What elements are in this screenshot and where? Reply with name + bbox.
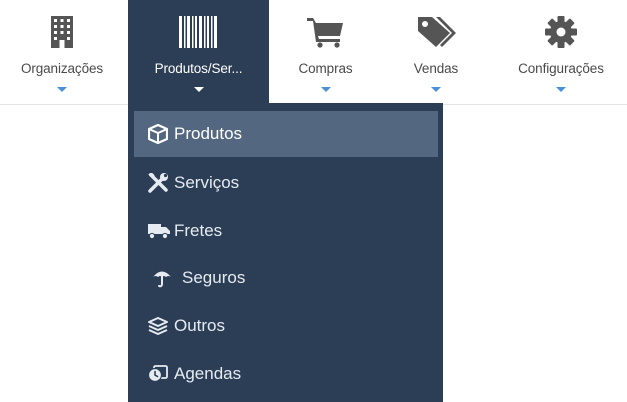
nav-label-organizacoes: Organizações	[20, 61, 104, 76]
nav-label-produtos-servicos: Produtos/Ser...	[154, 61, 243, 76]
menu-item-fretes[interactable]: Fretes	[134, 208, 438, 254]
top-navigation-bar: Organizações Produtos/Ser... Compras Ven…	[0, 0, 627, 105]
menu-item-outros[interactable]: Outros	[134, 303, 438, 349]
nav-item-configuracoes[interactable]: Configurações	[503, 0, 619, 103]
cube-icon	[148, 123, 172, 145]
chevron-down-icon	[431, 87, 441, 92]
clock-card-icon	[148, 363, 172, 385]
nav-label-compras: Compras	[298, 61, 353, 76]
building-icon	[39, 14, 85, 50]
menu-label-outros: Outros	[174, 316, 226, 335]
menu-label-servicos: Serviços	[174, 173, 240, 192]
gear-icon	[538, 14, 584, 50]
shopping-cart-icon	[303, 14, 349, 50]
nav-item-produtos-servicos[interactable]: Produtos/Ser...	[128, 0, 269, 103]
chevron-down-icon	[320, 87, 331, 92]
menu-item-agendas[interactable]: Agendas	[134, 351, 438, 397]
tags-icon	[413, 14, 459, 50]
nav-label-vendas: Vendas	[413, 61, 459, 76]
produtos-servicos-dropdown-menu: Produtos Serviços Fretes Seguros Outros …	[128, 103, 443, 402]
nav-label-configuracoes: Configurações	[518, 61, 604, 76]
menu-item-produtos[interactable]: Produtos	[134, 111, 438, 157]
nav-item-vendas[interactable]: Vendas	[384, 0, 488, 103]
truck-icon	[148, 220, 172, 242]
barcode-icon	[176, 14, 222, 50]
menu-label-produtos: Produtos	[174, 124, 243, 143]
nav-item-organizacoes[interactable]: Organizações	[0, 0, 124, 103]
menu-item-servicos[interactable]: Serviços	[134, 160, 438, 206]
chevron-down-icon	[57, 87, 67, 92]
menu-label-agendas: Agendas	[174, 364, 242, 383]
umbrella-icon	[148, 267, 176, 289]
nav-item-compras[interactable]: Compras	[272, 0, 379, 103]
menu-label-fretes: Fretes	[174, 221, 223, 240]
chevron-down-icon	[193, 87, 204, 92]
menu-label-seguros: Seguros	[182, 268, 246, 287]
layers-icon	[148, 315, 172, 337]
chevron-down-icon	[556, 87, 566, 92]
menu-item-seguros[interactable]: Seguros	[134, 255, 438, 301]
wrench-screwdriver-icon	[148, 172, 172, 194]
